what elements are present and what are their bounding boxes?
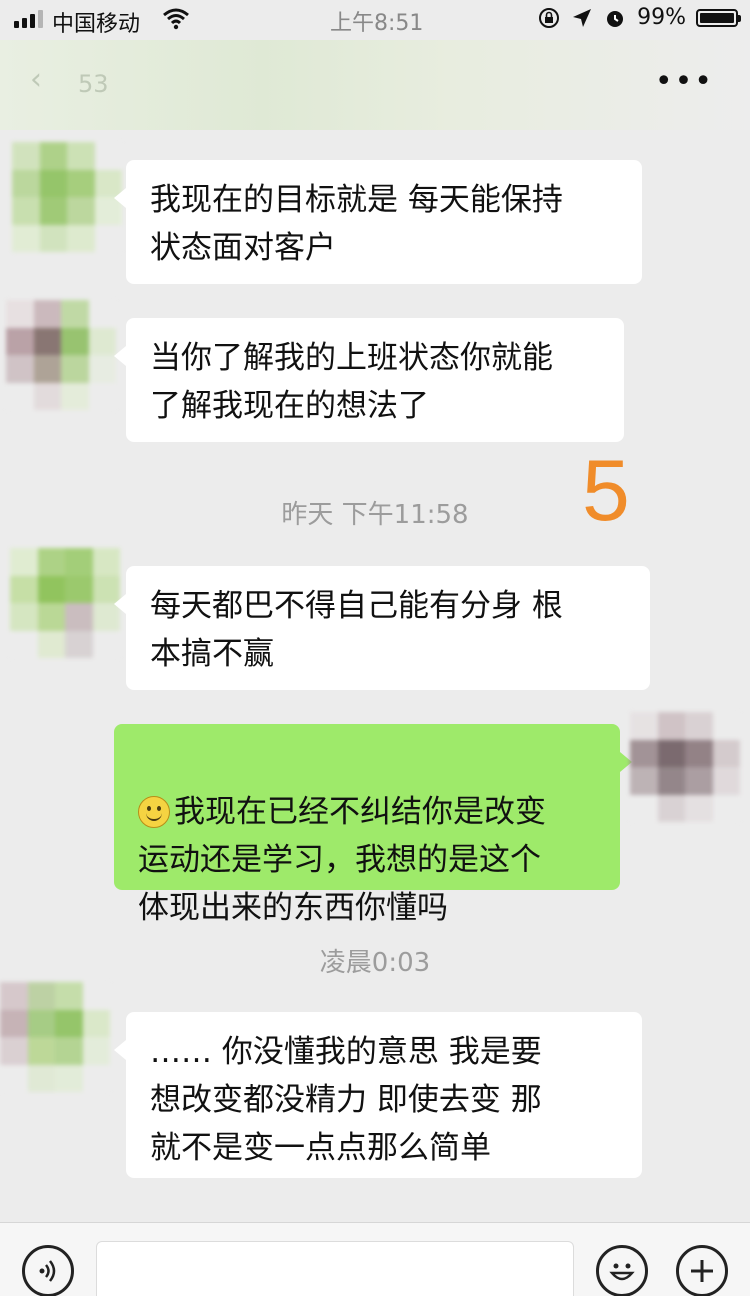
smile-emoji-icon [138, 796, 170, 828]
wifi-icon [163, 8, 189, 30]
status-bar: 中国移动 上午8:51 99% [0, 0, 750, 40]
timestamp: 昨天 下午11:58 [281, 500, 469, 530]
chevron-left-icon[interactable]: ‹ [30, 62, 42, 97]
plus-glyph [691, 1260, 713, 1282]
status-right: 99% [537, 5, 741, 30]
voice-icon[interactable] [22, 1245, 74, 1296]
avatar[interactable] [10, 548, 120, 658]
nav-bar: ‹ 53 ••• [0, 40, 750, 130]
message-text: 我现在已经不纠结你是改变 运动还是学习，我想的是这个 体现出来的东西你懂吗 [138, 794, 546, 926]
more-button[interactable]: ••• [655, 64, 714, 99]
message-bubble[interactable]: …… 你没懂我的意思 我是要 想改变都没精力 即使去变 那 就不是变一点点那么简… [114, 1012, 642, 1178]
plus-icon[interactable] [676, 1245, 728, 1296]
battery-percent: 99% [637, 5, 686, 30]
battery-icon [696, 8, 741, 27]
avatar-self[interactable] [630, 712, 740, 822]
chat-screen: 中国移动 上午8:51 99% ‹ 53 ••• 我现在的目标就是 每天能保持 … [0, 0, 750, 1296]
message-input[interactable] [96, 1241, 574, 1296]
rotation-lock-icon [539, 7, 560, 28]
overlay-number: 5 [582, 443, 630, 539]
avatar[interactable] [12, 142, 122, 252]
unread-count[interactable]: 53 [78, 70, 109, 98]
timestamp: 凌晨0:03 [319, 948, 431, 978]
avatar[interactable] [6, 300, 116, 410]
emoji-icon[interactable] [596, 1245, 648, 1296]
alarm-icon [607, 10, 624, 27]
message-bubble[interactable]: 我现在的目标就是 每天能保持 状态面对客户 [114, 160, 642, 284]
avatar[interactable] [0, 982, 110, 1092]
signal-icon [14, 10, 43, 28]
voice-wave-glyph [39, 1260, 56, 1282]
message-bubble[interactable]: 当你了解我的上班状态你就能 了解我现在的想法了 [114, 318, 624, 442]
emoji-face-glyph [609, 1263, 635, 1281]
message-bubble[interactable]: 每天都巴不得自己能有分身 根 本搞不赢 [114, 566, 650, 690]
message-bubble-self[interactable]: 我现在已经不纠结你是改变 运动还是学习，我想的是这个 体现出来的东西你懂吗 [114, 724, 632, 926]
carrier-label: 中国移动 [52, 12, 141, 37]
location-icon [573, 8, 592, 27]
input-toolbar [0, 1222, 750, 1296]
status-time: 上午8:51 [330, 11, 424, 36]
